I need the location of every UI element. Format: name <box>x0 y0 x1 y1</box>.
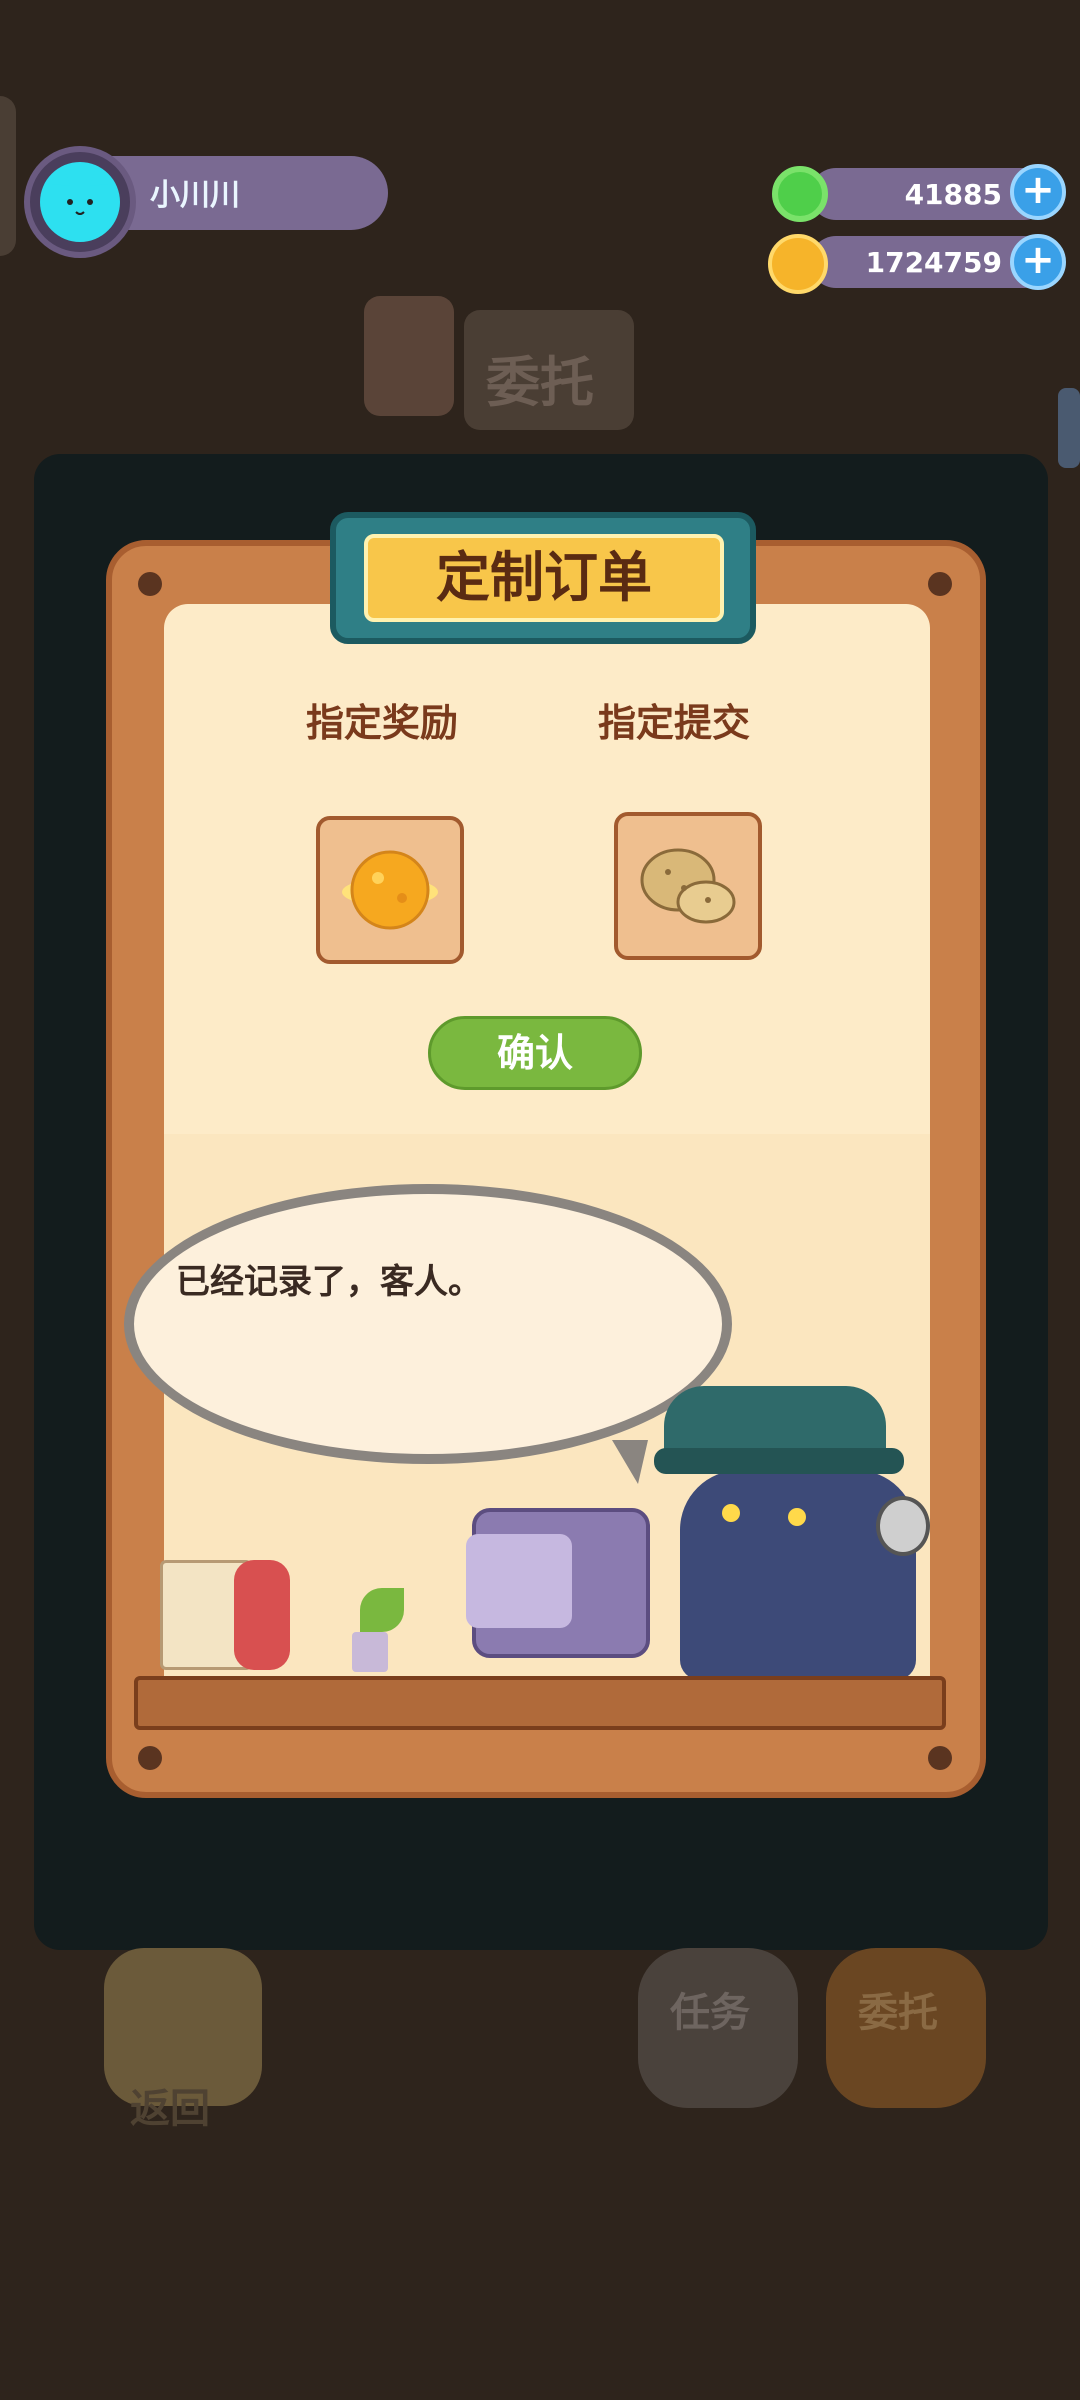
speech-tail <box>612 1440 648 1484</box>
add-coin-button[interactable]: + <box>1010 234 1066 290</box>
counter-shelf <box>134 1676 946 1730</box>
confirm-button[interactable]: 确认 <box>428 1016 642 1090</box>
house-icon <box>364 296 454 416</box>
submit-label: 指定提交 <box>598 701 751 745</box>
donut-currency-amount: 41885 <box>904 178 1002 211</box>
modal-title: 定制订单 <box>436 546 652 609</box>
rivet-icon <box>138 1746 162 1770</box>
potato-icon <box>640 848 736 924</box>
speech-text: 已经记录了，客人。 <box>176 1262 482 1302</box>
speech-bubble <box>124 1184 732 1464</box>
username: 小川川 <box>150 178 240 213</box>
plant-icon <box>360 1588 404 1632</box>
planet-coin-icon <box>768 234 828 294</box>
side-clip-icon[interactable] <box>1058 388 1080 468</box>
reward-slot[interactable] <box>316 816 464 964</box>
rivet-icon <box>138 572 162 596</box>
coin-currency-amount: 1724759 <box>865 246 1002 279</box>
shopkeeper-character <box>680 1470 916 1680</box>
planet-coin-icon <box>342 850 438 930</box>
add-donut-button[interactable]: + <box>1010 164 1066 220</box>
rivet-icon <box>928 1746 952 1770</box>
plant-pot-icon <box>352 1632 388 1672</box>
commission-tab-label: 委托 <box>486 351 594 414</box>
cat-avatar-icon <box>40 162 120 242</box>
eye-icon <box>788 1508 806 1526</box>
headset-icon <box>876 1496 930 1556</box>
task-label: 任务 <box>670 1990 750 2036</box>
computer-screen <box>466 1534 572 1628</box>
submit-slot[interactable] <box>614 812 762 960</box>
reward-label: 指定奖励 <box>306 701 459 745</box>
eye-icon <box>722 1504 740 1522</box>
left-edge-tab <box>0 96 16 256</box>
back-label: 返回 <box>130 2086 210 2132</box>
donut-currency-icon <box>772 166 828 222</box>
commission-label: 委托 <box>858 1990 938 2036</box>
hero-figure-icon <box>234 1560 290 1670</box>
cap-brim <box>654 1448 904 1474</box>
rivet-icon <box>928 572 952 596</box>
